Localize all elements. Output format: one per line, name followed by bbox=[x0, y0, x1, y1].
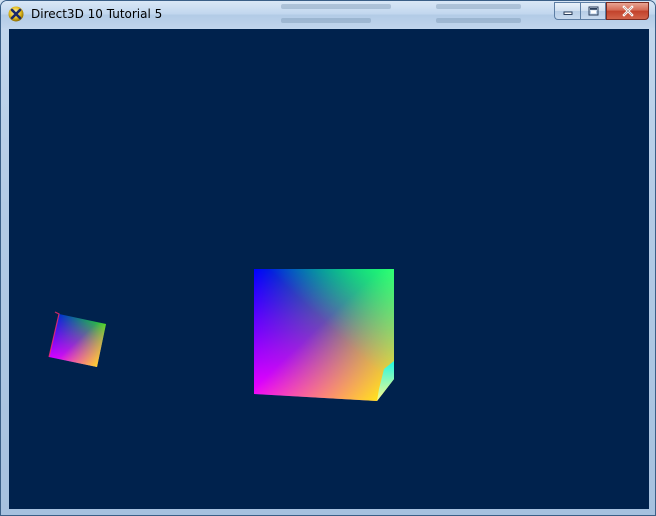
central-cube-front-face-cyan bbox=[254, 269, 394, 401]
orbiting-cube bbox=[48, 311, 106, 367]
scene-canvas bbox=[48, 269, 394, 401]
window-title: Direct3D 10 Tutorial 5 bbox=[31, 7, 163, 21]
maximize-button[interactable] bbox=[580, 2, 606, 20]
close-icon bbox=[621, 5, 634, 17]
minimize-button[interactable] bbox=[554, 2, 580, 20]
title-bar[interactable]: Direct3D 10 Tutorial 5 bbox=[1, 1, 655, 28]
minimize-icon bbox=[563, 11, 572, 15]
background-window-ghost bbox=[271, 1, 531, 28]
maximize-icon bbox=[588, 6, 598, 16]
directx-x-icon[interactable] bbox=[8, 6, 24, 22]
render-viewport[interactable] bbox=[9, 29, 649, 509]
central-cube bbox=[254, 269, 394, 401]
close-button[interactable] bbox=[606, 2, 649, 20]
app-window: Direct3D 10 Tutorial 5 bbox=[0, 0, 656, 516]
caption-buttons bbox=[554, 2, 649, 20]
